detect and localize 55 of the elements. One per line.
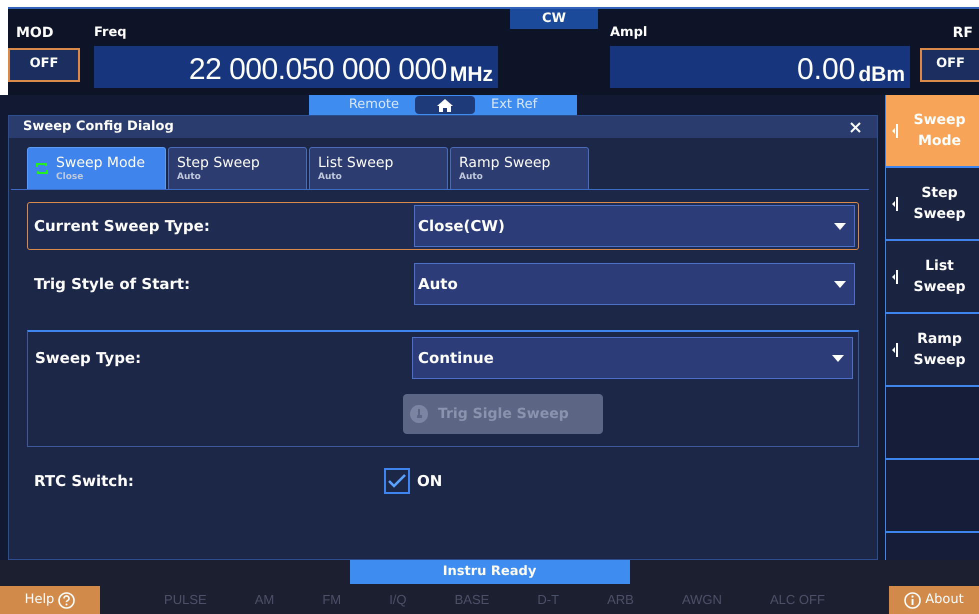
softkey-arrow-icon — [892, 342, 898, 356]
setting-label: Sweep Type: — [35, 348, 142, 369]
setting-label: Current Sweep Type: — [34, 216, 210, 237]
close-icon — [850, 122, 860, 132]
setting-label: RTC Switch: — [34, 470, 135, 492]
home-button[interactable] — [415, 96, 475, 114]
module-indicator: AM — [254, 591, 274, 610]
freq-display[interactable]: 22 000.050 000 000 MHz — [94, 46, 498, 88]
help-icon — [58, 592, 76, 608]
module-indicator: PULSE — [164, 591, 207, 610]
softkey[interactable]: Step Sweep — [886, 168, 979, 241]
dropdown[interactable]: Continue — [412, 337, 853, 379]
softkey-arrow-icon — [892, 196, 898, 210]
module-indicator: BASE — [454, 591, 490, 610]
softkey-arrow-icon — [892, 270, 898, 284]
mod-label: MOD — [15, 24, 54, 43]
remote-indicator: Remote — [348, 96, 399, 114]
mode-label: CW — [510, 9, 598, 29]
dropdown-caret-icon — [834, 222, 846, 230]
freq-label: Freq — [94, 24, 128, 42]
ext-ref-indicator: Ext Ref — [491, 96, 538, 114]
dropdown-caret-icon — [834, 280, 846, 288]
rf-label: RF — [952, 24, 974, 43]
ampl-label: Ampl — [610, 24, 648, 42]
status-message: Instru Ready — [350, 560, 630, 584]
module-indicator: I/Q — [389, 591, 407, 610]
rtc-checkbox[interactable] — [384, 468, 410, 494]
dropdown-caret-icon — [832, 354, 844, 362]
setting-label: Trig Style of Start: — [34, 274, 190, 295]
softkey-arrow-icon — [892, 124, 898, 138]
tab[interactable]: Sweep Mode Close — [27, 147, 166, 189]
checkbox-label: ON — [417, 470, 442, 492]
ampl-display[interactable]: 0.00 dBm — [610, 46, 910, 88]
module-indicator: D-T — [537, 591, 560, 610]
check-icon — [388, 474, 406, 488]
info-icon — [904, 592, 922, 608]
mod-toggle[interactable]: OFF — [8, 48, 80, 82]
home-icon — [437, 98, 453, 112]
dialog-title: Sweep Config Dialog — [23, 118, 174, 136]
module-indicator: ARB — [607, 591, 634, 610]
tab[interactable]: Ramp Sweep Auto — [450, 147, 589, 189]
freq-unit: MHz — [450, 64, 493, 84]
tab[interactable]: Step Sweep Auto — [168, 147, 307, 189]
tab[interactable]: List Sweep Auto — [309, 147, 448, 189]
softkey[interactable]: List Sweep — [886, 241, 979, 314]
module-indicator: ALC OFF — [770, 591, 825, 610]
module-indicator: FM — [322, 591, 342, 610]
module-indicator: AWGN — [682, 591, 722, 610]
freq-value: 22 000.050 000 000 — [188, 54, 447, 84]
dropdown[interactable]: Close(CW) — [414, 205, 855, 247]
ampl-value: 0.00 — [796, 54, 856, 84]
dropdown[interactable]: Auto — [414, 263, 855, 305]
rf-toggle[interactable]: OFF — [920, 48, 979, 82]
ampl-unit: dBm — [858, 64, 905, 84]
softkey[interactable]: Ramp Sweep — [886, 314, 979, 387]
